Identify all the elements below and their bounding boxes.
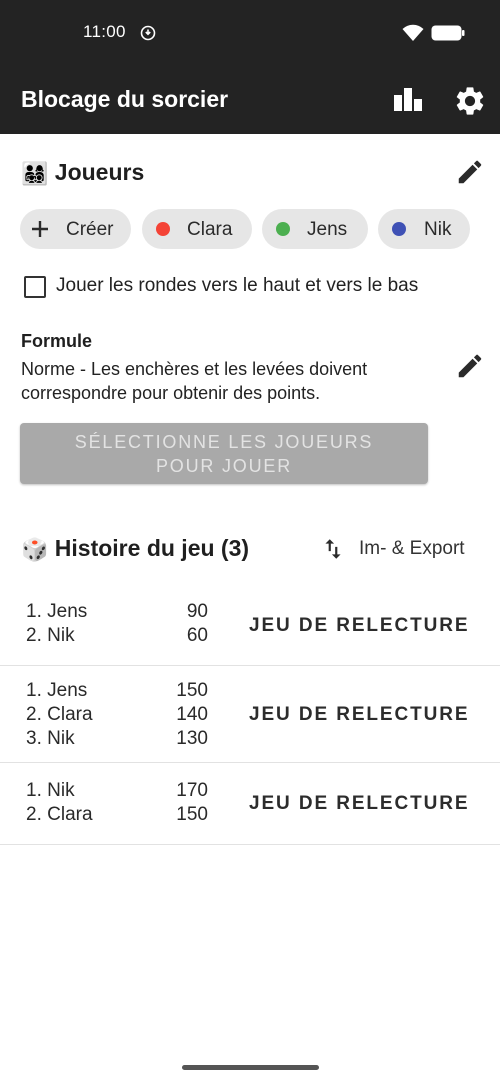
player-score: 130 (176, 728, 208, 749)
replay-game-button[interactable]: JEU DE RELECTURE (249, 793, 469, 815)
game-result-line: 1. Jens 90 (26, 601, 216, 625)
swap-vertical-icon (325, 539, 341, 559)
game-history-row: 1. Jens 90 2. Nik 60 JEU DE RELECTURE (0, 587, 500, 666)
game-history-row: 1. Jens 150 2. Clara 140 3. Nik 130 JEU … (0, 666, 500, 763)
formula-heading: Formule (21, 331, 93, 351)
player-chip-label: Nik (424, 219, 452, 240)
plus-icon (32, 221, 48, 237)
home-indicator[interactable] (182, 1065, 319, 1070)
replay-game-button[interactable]: JEU DE RELECTURE (249, 704, 469, 726)
up-down-rounds-label: Jouer les rondes vers le haut et vers le… (56, 275, 419, 296)
history-title: Histoire du jeu (3) (54, 535, 250, 561)
app-title: Blocage du sorcier (21, 86, 229, 112)
player-chip-jens[interactable]: Jens (262, 209, 368, 249)
player-score: 90 (186, 601, 208, 622)
select-button-line1: SÉLECTIONNE LES JOUEURS (74, 432, 374, 452)
dice-emoji-icon: 🎲 (21, 536, 49, 562)
player-score: 140 (176, 704, 208, 725)
player-rank-name: 2. Nik (26, 625, 75, 646)
game-results: 1. Jens 150 2. Clara 140 3. Nik 130 (26, 680, 216, 752)
select-button-line2: POUR JOUER (155, 456, 292, 476)
player-rank-name: 1. Jens (26, 601, 88, 622)
game-result-line: 3. Nik 130 (26, 728, 216, 752)
player-rank-name: 1. Jens (26, 680, 88, 701)
player-chip-nik[interactable]: Nik (378, 209, 470, 249)
player-score: 170 (176, 780, 208, 801)
player-color-dot (276, 222, 290, 236)
player-chip-label: Jens (307, 219, 348, 240)
player-rank-name: 2. Clara (26, 804, 93, 825)
game-results: 1. Nik 170 2. Clara 150 (26, 780, 216, 828)
up-down-rounds-checkbox[interactable] (24, 276, 46, 298)
player-chip-label: Clara (187, 219, 233, 240)
game-result-line: 2. Clara 150 (26, 804, 216, 828)
edit-formula-pencil-icon[interactable] (455, 351, 485, 381)
game-result-line: 2. Clara 140 (26, 704, 216, 728)
gear-icon[interactable] (453, 84, 487, 118)
player-chip-clara[interactable]: Clara (142, 209, 252, 249)
status-bar: 11:00 (0, 0, 500, 66)
wifi-icon (402, 24, 424, 41)
player-color-dot (392, 222, 406, 236)
game-result-line: 1. Nik 170 (26, 780, 216, 804)
game-result-line: 2. Nik 60 (26, 625, 216, 649)
create-player-chip[interactable]: Créer (20, 209, 131, 249)
player-score: 150 (176, 680, 208, 701)
player-score: 60 (186, 625, 208, 646)
formula-description: Norme - Les enchères et les levées doive… (21, 359, 368, 403)
players-title: Joueurs (54, 159, 145, 185)
player-rank-name: 1. Nik (26, 780, 75, 801)
bar-chart-icon[interactable] (391, 85, 425, 115)
battery-icon (431, 25, 465, 41)
create-chip-label: Créer (66, 219, 114, 240)
player-color-dot (156, 222, 170, 236)
player-rank-name: 2. Clara (26, 704, 93, 725)
edit-players-pencil-icon[interactable] (455, 157, 485, 187)
app-bar: Blocage du sorcier (0, 66, 500, 134)
status-time: 11:00 (83, 22, 126, 41)
select-players-button[interactable]: SÉLECTIONNE LES JOUEURS POUR JOUER (20, 423, 428, 484)
game-results: 1. Jens 90 2. Nik 60 (26, 601, 216, 649)
game-history-row: 1. Nik 170 2. Clara 150 JEU DE RELECTURE (0, 763, 500, 845)
game-result-line: 1. Jens 150 (26, 680, 216, 704)
player-score: 150 (176, 804, 208, 825)
sync-icon (140, 25, 156, 41)
history-heading: 🎲 Histoire du jeu (3) (21, 535, 249, 563)
import-export-label: Im- & Export (359, 538, 465, 559)
player-rank-name: 3. Nik (26, 728, 75, 749)
players-heading: 👨‍👩‍👧‍👦 Joueurs (21, 159, 144, 187)
family-emoji-icon: 👨‍👩‍👧‍👦 (21, 160, 49, 186)
replay-game-button[interactable]: JEU DE RELECTURE (249, 615, 469, 637)
